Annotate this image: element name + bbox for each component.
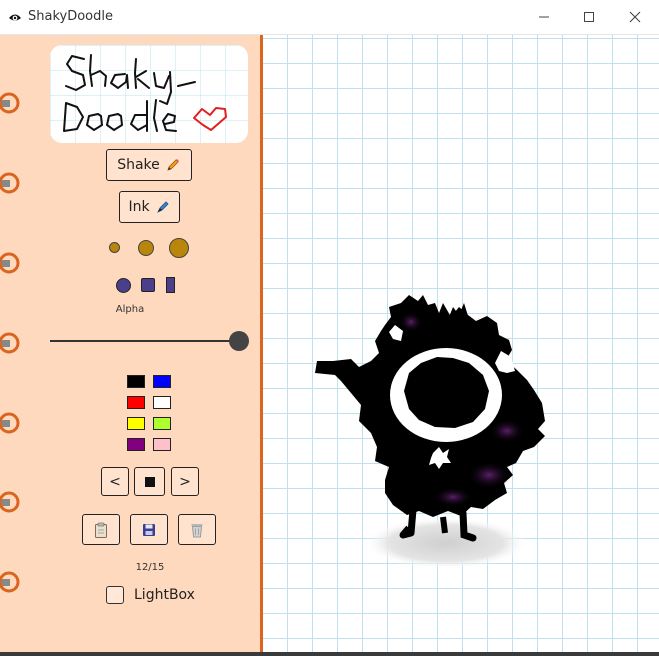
- delete-button[interactable]: [178, 514, 216, 545]
- window-title: ShakyDoodle: [28, 9, 113, 24]
- save-icon: [143, 523, 155, 536]
- brush-size-large[interactable]: [169, 238, 189, 258]
- brush-shape-bar[interactable]: [166, 277, 175, 293]
- minimize-icon: [539, 16, 549, 18]
- brush-size-medium[interactable]: [138, 240, 154, 256]
- drawing-canvas[interactable]: [263, 35, 659, 652]
- brush-shape-square[interactable]: [141, 278, 155, 292]
- close-icon: [629, 11, 641, 23]
- alpha-slider-track[interactable]: [50, 340, 236, 342]
- shake-button[interactable]: Shake: [106, 149, 192, 181]
- app-window: ShakyDoodle Shake Ink Alpha < > 12/15 Li…: [0, 0, 659, 656]
- shake-button-label: Shake: [117, 157, 160, 173]
- clipboard-icon: [95, 522, 107, 538]
- color-swatch-blue[interactable]: [153, 375, 171, 388]
- color-swatch-red[interactable]: [127, 396, 145, 409]
- app-eye-icon: [9, 14, 21, 21]
- notebook-ring-icon: [0, 92, 20, 114]
- lightbox-checkbox[interactable]: [106, 586, 124, 604]
- clipboard-button[interactable]: [82, 514, 120, 545]
- notebook-ring-icon: [0, 491, 20, 513]
- color-swatch-yellow[interactable]: [127, 417, 145, 430]
- notebook-ring-icon: [0, 252, 20, 274]
- lightbox-label: LightBox: [134, 587, 195, 603]
- save-button[interactable]: [130, 514, 168, 545]
- window-bottom-border: [0, 652, 659, 656]
- notebook-ring-icon: [0, 412, 20, 434]
- title-bar[interactable]: ShakyDoodle: [0, 0, 659, 35]
- maximize-icon: [584, 12, 594, 22]
- alpha-slider-thumb[interactable]: [229, 331, 249, 351]
- color-swatch-purple[interactable]: [127, 438, 145, 451]
- shaky-monster-drawing: [315, 295, 545, 569]
- frame-counter: 12/15: [135, 562, 165, 573]
- ink-button[interactable]: Ink: [119, 191, 180, 223]
- brush-shape-circle[interactable]: [116, 278, 131, 293]
- trash-icon: [191, 523, 203, 537]
- alpha-label: Alpha: [115, 304, 145, 315]
- color-swatch-pink[interactable]: [153, 438, 171, 451]
- color-swatch-green[interactable]: [153, 417, 171, 430]
- pen-icon: [156, 201, 169, 213]
- prev-frame-button[interactable]: <: [101, 467, 129, 496]
- color-swatch-black[interactable]: [127, 375, 145, 388]
- brush-size-small[interactable]: [109, 242, 120, 253]
- minimize-button[interactable]: [521, 0, 567, 34]
- color-swatch-white[interactable]: [153, 396, 171, 409]
- shakydoodle-logo: [50, 45, 248, 143]
- logo: [50, 45, 248, 143]
- sidebar-panel: Shake Ink Alpha < > 12/15 LightBox: [0, 35, 263, 656]
- notebook-ring-icon: [0, 332, 20, 354]
- notebook-ring-icon: [0, 172, 20, 194]
- stop-icon: [144, 476, 155, 487]
- pencil-icon: [167, 159, 179, 171]
- maximize-button[interactable]: [566, 0, 612, 34]
- notebook-ring-icon: [0, 571, 20, 593]
- ink-button-label: Ink: [128, 199, 150, 215]
- stop-button[interactable]: [134, 467, 165, 496]
- close-button[interactable]: [612, 0, 658, 34]
- next-frame-button[interactable]: >: [171, 467, 199, 496]
- next-frame-label: >: [179, 473, 191, 490]
- prev-frame-label: <: [109, 473, 121, 490]
